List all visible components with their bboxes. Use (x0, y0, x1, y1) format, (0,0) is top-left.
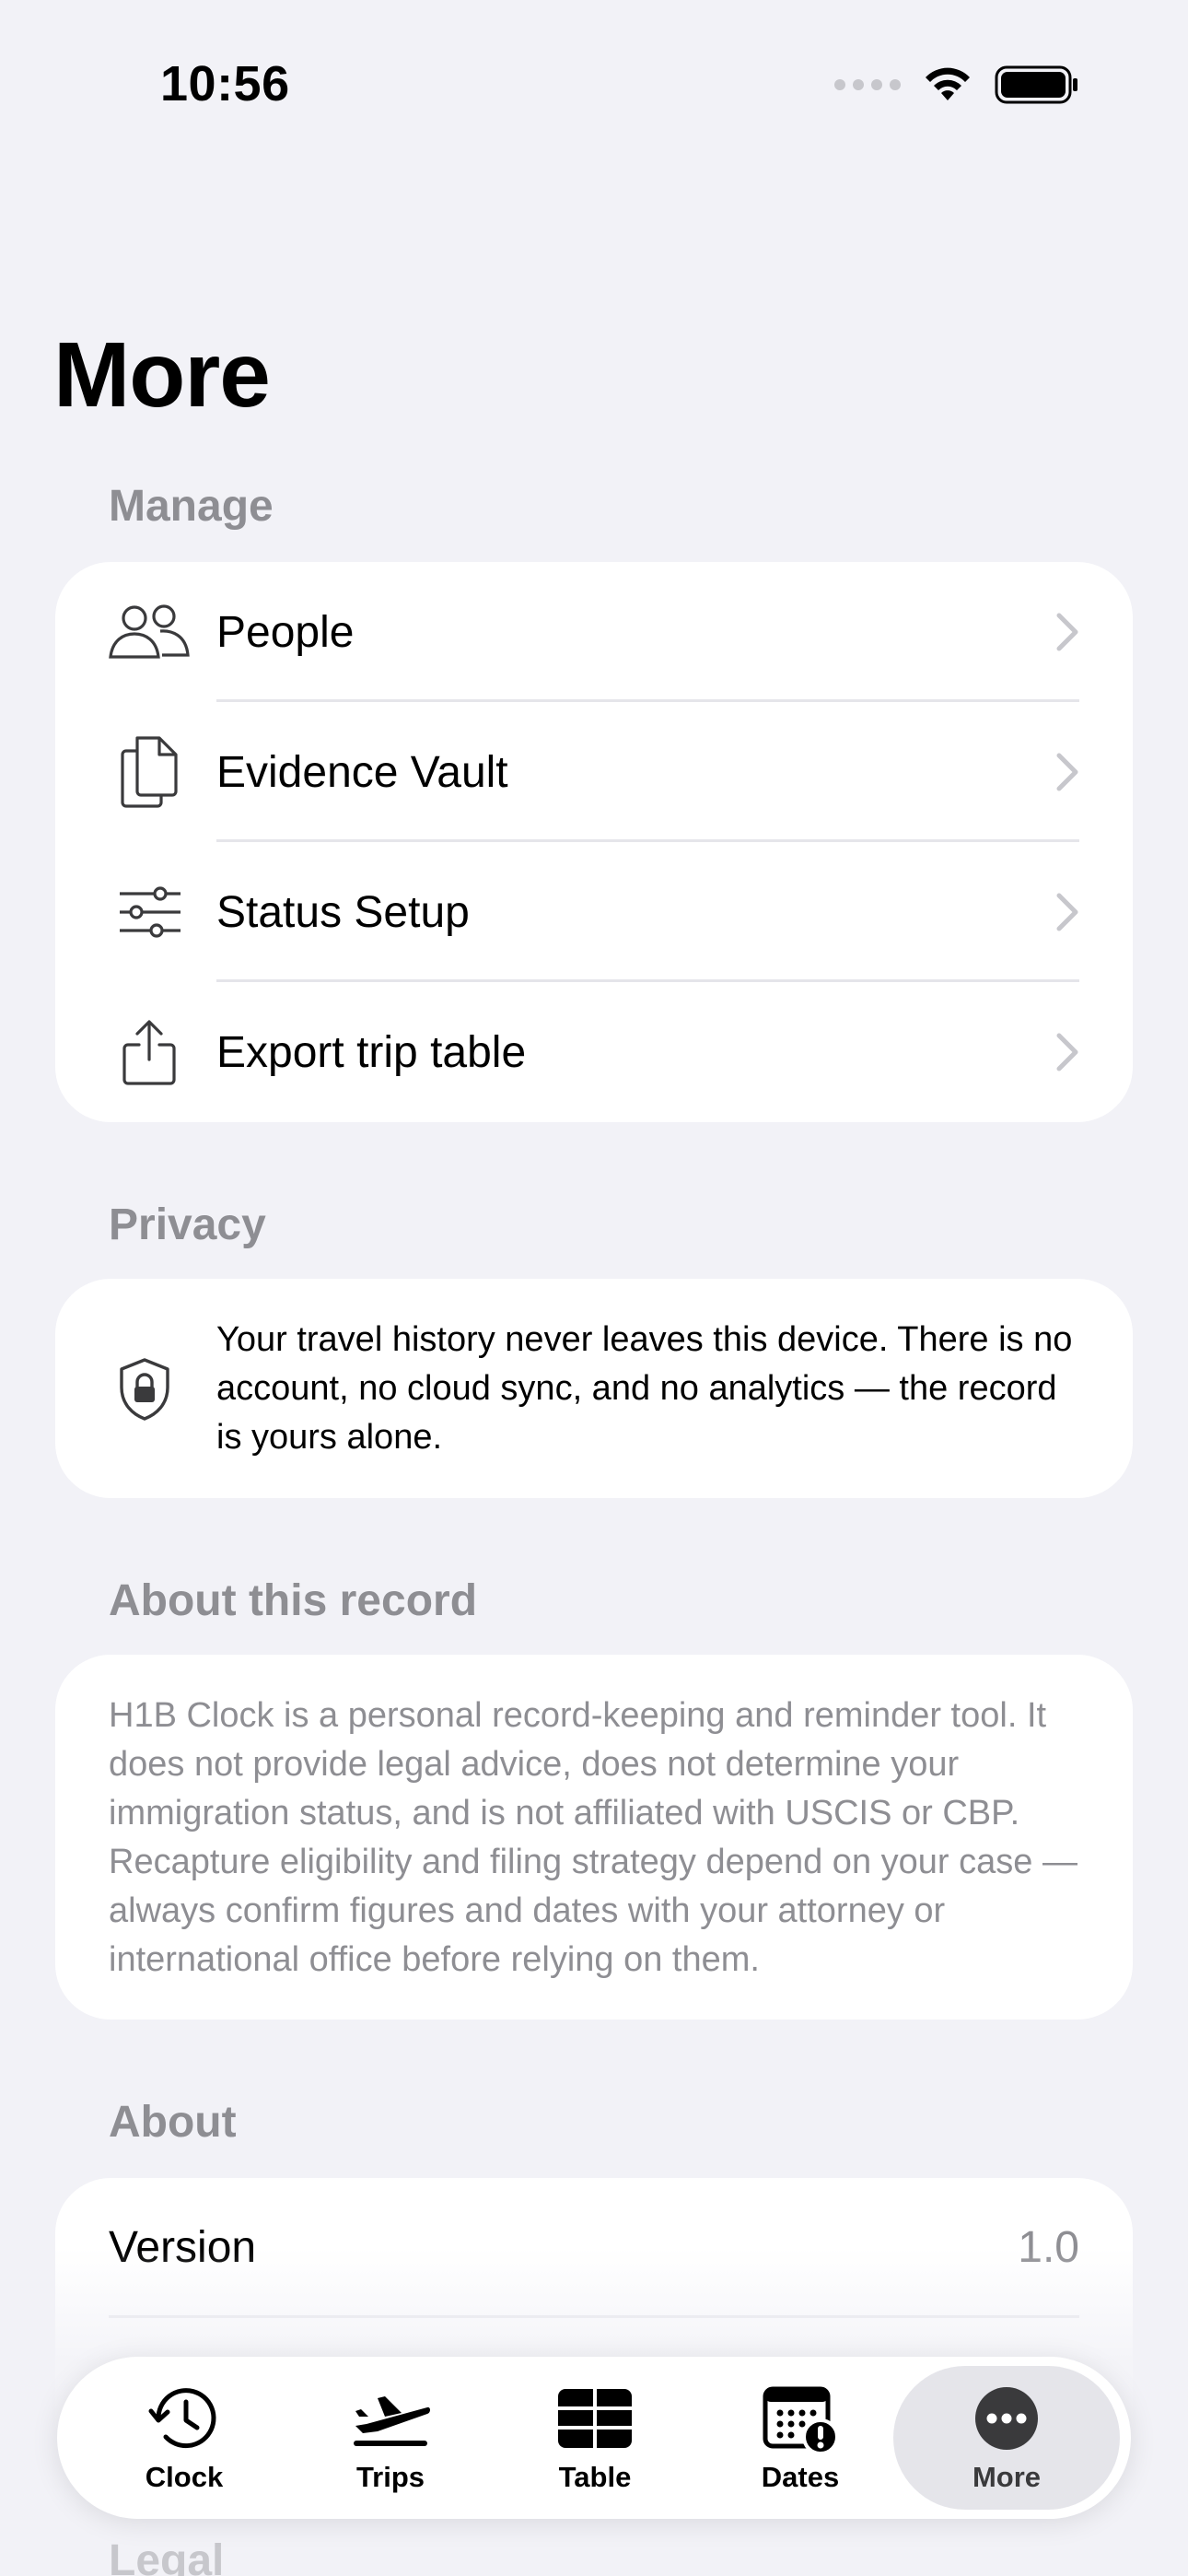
row-evidence-vault[interactable]: Evidence Vault (55, 702, 1133, 842)
chevron-right-icon (1056, 893, 1078, 931)
tab-label: Dates (761, 2461, 840, 2493)
section-header-manage: Manage (109, 482, 274, 531)
row-people[interactable]: People (55, 562, 1133, 702)
section-header-privacy: Privacy (109, 1200, 266, 1249)
wifi-icon (926, 67, 970, 100)
chevron-right-icon (1056, 1033, 1078, 1071)
privacy-card: Your travel history never leaves this de… (55, 1279, 1133, 1498)
airplane-departure-icon (349, 2382, 432, 2455)
status-icons (834, 64, 1079, 105)
tab-more[interactable]: More (893, 2366, 1120, 2510)
clock-history-icon (143, 2382, 226, 2455)
chevron-right-icon (1056, 613, 1078, 651)
tab-label: Trips (355, 2461, 425, 2493)
row-label: Export trip table (216, 1027, 527, 1077)
sliders-icon (101, 864, 197, 960)
section-header-legal: Legal (109, 2536, 225, 2576)
row-export-trip-table[interactable]: Export trip table (55, 982, 1133, 1122)
ellipsis-circle-icon (965, 2382, 1048, 2455)
calendar-alert-icon (759, 2382, 842, 2455)
battery-icon (995, 65, 1077, 104)
row-label: Evidence Vault (216, 747, 508, 797)
status-time: 10:56 (160, 56, 290, 111)
table-icon (553, 2382, 636, 2455)
about-record-card: H1B Clock is a personal record-keeping a… (55, 1655, 1133, 2020)
tab-label: Table (558, 2461, 632, 2493)
page-title: More (53, 323, 271, 427)
disclaimer-text: H1B Clock is a personal record-keeping a… (109, 1696, 1077, 1979)
privacy-text: Your travel history never leaves this de… (216, 1320, 1073, 1457)
tab-bar: Clock Trips Table Dates More (57, 2357, 1131, 2519)
chevron-right-icon (1056, 753, 1078, 791)
row-status-setup[interactable]: Status Setup (55, 842, 1133, 982)
tab-clock[interactable]: Clock (83, 2357, 285, 2519)
more-screen: 10:56 More Manage People Evidence Vault … (0, 0, 1188, 2576)
cellular-signal-icon (834, 79, 901, 90)
tab-trips[interactable]: Trips (289, 2357, 492, 2519)
section-header-about-record: About this record (109, 1576, 478, 1625)
section-header-about: About (109, 2098, 237, 2147)
tab-label: More (972, 2461, 1042, 2493)
tab-table[interactable]: Table (494, 2357, 696, 2519)
tab-dates[interactable]: Dates (699, 2357, 902, 2519)
row-label: People (216, 607, 355, 657)
lock-shield-icon (116, 1356, 173, 1427)
people-icon (101, 584, 197, 680)
documents-icon (101, 724, 197, 820)
manage-card: People Evidence Vault Status Setup Expor… (55, 562, 1133, 1122)
tab-label: Clock (145, 2461, 224, 2493)
row-label: Status Setup (216, 887, 470, 937)
share-icon (101, 1004, 197, 1100)
